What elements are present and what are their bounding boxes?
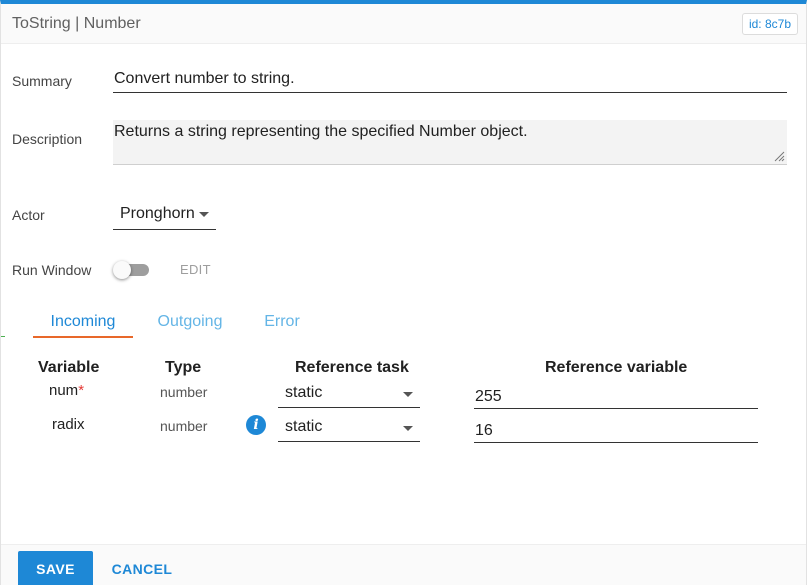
actor-label: Actor — [12, 207, 45, 223]
variable-type: number — [160, 384, 208, 400]
reference-task-value: static — [285, 384, 323, 401]
summary-label: Summary — [12, 73, 72, 89]
resize-grip-icon[interactable] — [774, 151, 785, 162]
tab-error[interactable]: Error — [259, 313, 305, 331]
description-textarea[interactable]: Returns a string representing the specif… — [113, 120, 787, 165]
variable-name: radix — [52, 416, 85, 433]
task-dialog: ToString | Number id: 8c7b Summary Conve… — [0, 0, 807, 585]
cancel-button[interactable]: CANCEL — [106, 551, 178, 585]
column-header-reference-task: Reference task — [295, 359, 409, 376]
run-window-toggle[interactable] — [113, 261, 149, 279]
chevron-down-icon — [403, 392, 413, 397]
reference-variable-value: 255 — [475, 388, 502, 405]
summary-value: Convert number to string. — [114, 70, 295, 87]
info-icon[interactable]: i — [246, 415, 266, 435]
side-marker — [1, 336, 5, 337]
reference-task-select[interactable]: static — [278, 414, 420, 442]
toggle-knob — [113, 261, 131, 279]
actor-select[interactable]: Pronghorn — [113, 200, 216, 230]
reference-variable-input[interactable]: 255 — [474, 381, 758, 409]
tab-outgoing[interactable]: Outgoing — [151, 313, 229, 331]
required-marker: * — [78, 382, 85, 399]
chevron-down-icon — [199, 212, 209, 217]
variable-type: number — [160, 418, 208, 434]
variable-name: num — [49, 382, 79, 399]
table-row-variable: radix — [52, 416, 85, 433]
tab-incoming[interactable]: Incoming — [33, 313, 133, 331]
actor-value: Pronghorn — [120, 205, 195, 222]
active-tab-indicator — [33, 336, 133, 338]
run-window-label: Run Window — [12, 262, 92, 278]
column-header-variable: Variable — [38, 359, 100, 376]
chevron-down-icon — [403, 426, 413, 431]
reference-task-value: static — [285, 418, 323, 435]
column-header-type: Type — [165, 359, 202, 376]
run-window-edit-button[interactable]: EDIT — [180, 262, 211, 277]
id-badge: id: 8c7b — [741, 13, 798, 35]
dialog-footer: SAVE CANCEL — [1, 544, 806, 585]
table-row-variable: num* — [49, 382, 84, 399]
reference-variable-input[interactable]: 16 — [474, 415, 758, 443]
dialog-header: ToString | Number id: 8c7b — [1, 4, 806, 44]
column-header-reference-variable: Reference variable — [545, 359, 688, 376]
description-label: Description — [12, 131, 83, 147]
reference-variable-value: 16 — [475, 422, 493, 439]
save-button[interactable]: SAVE — [18, 551, 93, 585]
reference-task-select[interactable]: static — [278, 380, 420, 408]
description-value: Returns a string representing the specif… — [114, 123, 528, 140]
dialog-title: ToString | Number — [12, 15, 141, 32]
summary-input[interactable]: Convert number to string. — [113, 65, 787, 93]
